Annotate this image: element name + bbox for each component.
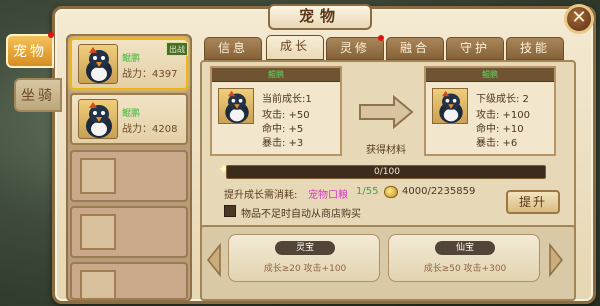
stat-header: 鲲鹏 (212, 68, 340, 82)
tab-spirit[interactable]: 灵修 (326, 37, 384, 60)
auto-buy-checkbox[interactable] (224, 205, 236, 217)
penguin-pet-icon (78, 44, 118, 84)
pet-power: 战力：4397 (122, 69, 178, 80)
pet-slot-empty[interactable] (70, 262, 188, 300)
arrow-left-icon[interactable] (206, 242, 222, 278)
tab-fusion[interactable]: 融合 (386, 37, 444, 60)
auto-buy-label: 物品不足时自动从商店购买 (241, 209, 361, 220)
next-attack: 攻击: +100 (476, 110, 531, 121)
tab-skill[interactable]: 技能 (506, 37, 564, 60)
penguin-pet-icon (78, 99, 118, 139)
close-button[interactable]: ✕ (564, 4, 594, 34)
cost-label: 提升成长需消耗: (224, 190, 298, 201)
tab-guard[interactable]: 守护 (446, 37, 504, 60)
coin-icon (384, 186, 398, 198)
gold-amount: 4000/2235859 (402, 186, 476, 197)
pet-name: 鲲鹏 (268, 70, 284, 79)
arrow-right-icon[interactable] (548, 242, 564, 278)
milestone-desc: 成长≥50 攻击+300 (423, 264, 507, 274)
current-crit: 暴击: +3 (262, 138, 304, 149)
next-hit: 命中: +10 (476, 124, 524, 135)
milestone-desc: 成长≥20 攻击+100 (263, 264, 347, 274)
current-stats: 鲲鹏 当前成长:1 攻击: +50 命中: +5 暴击: +3 (210, 66, 342, 156)
window-title: 宠物 (268, 4, 372, 30)
current-attack: 攻击: +50 (262, 110, 310, 121)
pet-name: 鲲鹏 (122, 54, 141, 64)
pet-card-2[interactable]: 鲲鹏 战力：4208 (70, 93, 188, 145)
pet-slot-empty[interactable] (70, 150, 188, 202)
growth-progress-bar: 0/100 (226, 165, 546, 179)
tab-spirit-dot (378, 35, 384, 41)
milestone-title: 仙宝 (435, 241, 495, 255)
close-icon: ✕ (571, 7, 587, 28)
arrow-right-icon (358, 94, 414, 130)
cost-item-count: 1/55 (356, 186, 379, 197)
progress-text: 0/100 (374, 167, 400, 177)
next-growth: 下级成长: 2 (476, 94, 529, 105)
tab-growth[interactable]: 成长 (266, 35, 324, 60)
empty-slot-frame (80, 270, 116, 300)
milestone-card: 灵宝 成长≥20 攻击+100 (228, 234, 380, 282)
upgrade-button[interactable]: 提升 (506, 190, 560, 214)
empty-slot-frame (80, 158, 116, 194)
pet-slot-empty[interactable] (70, 206, 188, 258)
milestone-title: 灵宝 (275, 241, 335, 255)
penguin-pet-icon (432, 88, 468, 124)
battle-badge: 出战 (166, 42, 188, 56)
side-tab-pet[interactable]: 宠物 (6, 34, 54, 68)
tab-info[interactable]: 信息 (204, 37, 262, 60)
current-growth: 当前成长:1 (262, 94, 312, 105)
pet-name: 鲲鹏 (482, 70, 498, 79)
material-label: 获得材料 (366, 145, 406, 156)
side-tab-pet-dot (48, 32, 54, 38)
pet-power: 战力：4208 (122, 124, 178, 135)
milestone-card: 仙宝 成长≥50 攻击+300 (388, 234, 540, 282)
pet-card-1[interactable]: 鲲鹏 战力：4397 出战 (70, 38, 188, 90)
next-stats: 鲲鹏 下级成长: 2 攻击: +100 命中: +10 暴击: +6 (424, 66, 556, 156)
stat-header: 鲲鹏 (426, 68, 554, 82)
penguin-pet-icon (218, 88, 254, 124)
pet-name: 鲲鹏 (122, 109, 141, 119)
current-hit: 命中: +5 (262, 124, 304, 135)
cost-item-name[interactable]: 宠物口粮 (308, 186, 348, 201)
next-crit: 暴击: +6 (476, 138, 518, 149)
side-tab-mount[interactable]: 坐骑 (14, 78, 62, 112)
empty-slot-frame (80, 214, 116, 250)
